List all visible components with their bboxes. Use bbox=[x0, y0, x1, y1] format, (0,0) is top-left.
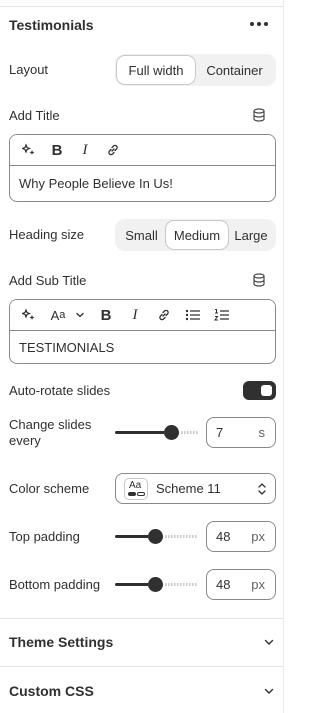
slider-rest bbox=[180, 431, 198, 434]
heading-size-label: Heading size bbox=[9, 227, 85, 242]
change-slides-unit: s bbox=[258, 425, 266, 440]
toggle-knob bbox=[261, 385, 272, 396]
layout-option-container[interactable]: Container bbox=[195, 56, 274, 84]
color-scheme-label: Color scheme bbox=[9, 481, 90, 496]
add-title-label: Add Title bbox=[9, 108, 60, 123]
select-arrows-icon bbox=[258, 482, 266, 495]
top-divider bbox=[0, 6, 283, 7]
top-padding-unit: px bbox=[251, 529, 265, 544]
text-style-icon[interactable]: Aa bbox=[47, 303, 69, 327]
layout-label: Layout bbox=[9, 62, 49, 77]
dynamic-source-icon[interactable] bbox=[252, 108, 266, 122]
magic-icon[interactable] bbox=[18, 303, 40, 327]
heading-size-option-medium[interactable]: Medium bbox=[166, 221, 228, 249]
color-scheme-select[interactable]: Aa Scheme 11 bbox=[115, 473, 276, 504]
bottom-padding-label: Bottom padding bbox=[9, 577, 101, 592]
bottom-padding-unit: px bbox=[251, 577, 265, 592]
change-slides-slider[interactable] bbox=[115, 425, 198, 440]
title-rich-text-editor: B I Why People Believe In Us! bbox=[9, 134, 276, 202]
chevron-down-icon bbox=[264, 639, 274, 645]
bottom-padding-value: 48 bbox=[216, 577, 231, 592]
autorotate-label: Auto-rotate slides bbox=[9, 383, 111, 398]
slider-thumb[interactable] bbox=[163, 425, 179, 440]
slider-fill bbox=[115, 431, 172, 434]
link-icon[interactable] bbox=[102, 138, 124, 162]
bold-icon[interactable]: B bbox=[46, 138, 68, 162]
custom-css-title: Custom CSS bbox=[9, 683, 94, 699]
color-scheme-swatch: Aa bbox=[124, 477, 148, 500]
theme-settings-accordion[interactable]: Theme Settings bbox=[9, 632, 275, 652]
change-slides-input[interactable]: 7 s bbox=[206, 417, 276, 448]
layout-segmented-control: Full width Container bbox=[115, 54, 276, 86]
chevron-down-icon[interactable] bbox=[71, 303, 89, 327]
subtitle-rich-text-editor: Aa B I TESTIMONIALS bbox=[9, 299, 276, 364]
more-actions-icon[interactable] bbox=[250, 16, 268, 32]
italic-icon[interactable]: I bbox=[74, 138, 96, 162]
bottom-padding-slider[interactable] bbox=[115, 577, 198, 592]
custom-css-accordion[interactable]: Custom CSS bbox=[9, 681, 275, 701]
top-padding-input[interactable]: 48 px bbox=[206, 521, 276, 552]
chevron-down-icon bbox=[264, 688, 274, 694]
slider-rest bbox=[164, 583, 198, 586]
subtitle-editor-toolbar: Aa B I bbox=[10, 300, 275, 331]
title-editor-content[interactable]: Why People Believe In Us! bbox=[10, 166, 275, 201]
subtitle-editor-content[interactable]: TESTIMONIALS bbox=[10, 331, 275, 363]
color-scheme-value: Scheme 11 bbox=[156, 481, 221, 496]
heading-size-option-small[interactable]: Small bbox=[117, 221, 166, 249]
change-slides-value: 7 bbox=[216, 425, 224, 440]
numbered-list-icon[interactable] bbox=[211, 303, 233, 327]
title-editor-toolbar: B I bbox=[10, 135, 275, 166]
bullet-list-icon[interactable] bbox=[182, 303, 204, 327]
bottom-padding-input[interactable]: 48 px bbox=[206, 569, 276, 600]
panel-edge bbox=[283, 0, 284, 713]
autorotate-toggle[interactable] bbox=[243, 381, 276, 400]
dynamic-source-icon[interactable] bbox=[252, 273, 266, 287]
divider bbox=[0, 666, 283, 667]
change-slides-label: Change slides every bbox=[9, 417, 91, 449]
theme-settings-title: Theme Settings bbox=[9, 634, 114, 650]
section-title: Testimonials bbox=[9, 17, 94, 33]
slider-thumb[interactable] bbox=[147, 577, 163, 592]
top-padding-value: 48 bbox=[216, 529, 231, 544]
heading-size-option-large[interactable]: Large bbox=[228, 221, 274, 249]
swatch-glyph: Aa bbox=[129, 479, 142, 491]
magic-icon[interactable] bbox=[18, 138, 40, 162]
add-subtitle-label: Add Sub Title bbox=[9, 273, 87, 288]
slider-thumb[interactable] bbox=[147, 529, 163, 544]
link-icon[interactable] bbox=[153, 303, 175, 327]
divider bbox=[0, 618, 283, 619]
top-padding-label: Top padding bbox=[9, 529, 80, 544]
layout-option-full-width[interactable]: Full width bbox=[117, 56, 195, 84]
change-slides-label-line2: every bbox=[9, 433, 41, 448]
slider-rest bbox=[164, 535, 198, 538]
bold-icon[interactable]: B bbox=[95, 303, 117, 327]
heading-size-segmented-control: Small Medium Large bbox=[115, 219, 276, 251]
change-slides-label-line1: Change slides bbox=[9, 417, 92, 432]
top-padding-slider[interactable] bbox=[115, 529, 198, 544]
italic-icon[interactable]: I bbox=[124, 303, 146, 327]
